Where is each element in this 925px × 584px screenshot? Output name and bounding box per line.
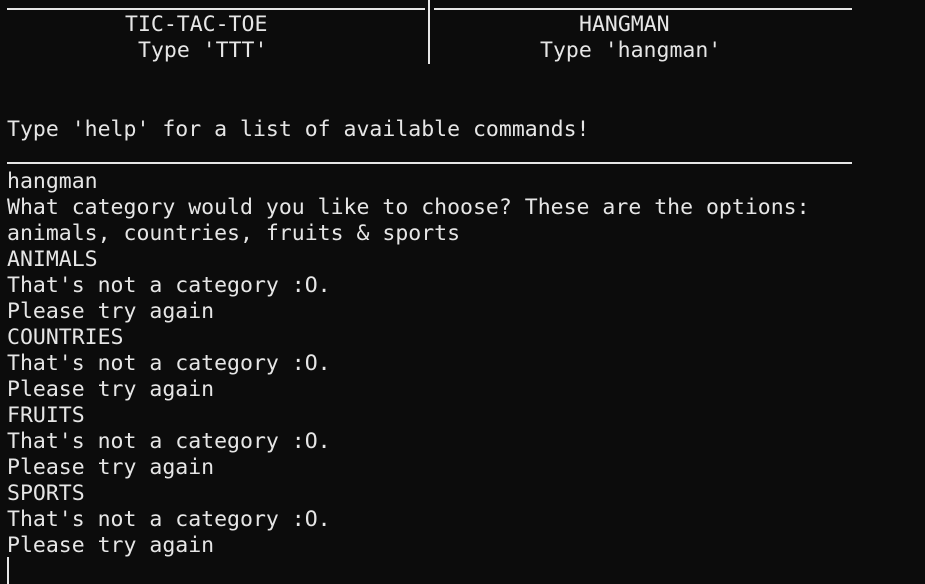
output-line: Please try again <box>7 299 215 324</box>
separator-rule <box>7 162 852 164</box>
menu-divider <box>428 0 430 64</box>
output-line: That's not a category :O. <box>7 507 331 532</box>
menu-tictactoe-hint: Type 'TTT' <box>138 38 268 63</box>
output-line: ANIMALS <box>7 247 98 272</box>
help-message: Type 'help' for a list of available comm… <box>7 117 590 142</box>
output-line: FRUITS <box>7 403 85 428</box>
menu-tictactoe-title: TIC-TAC-TOE <box>125 12 268 37</box>
output-line: Please try again <box>7 377 215 402</box>
output-line: animals, countries, fruits & sports <box>7 221 461 246</box>
output-line: Please try again <box>7 455 215 480</box>
output-line: Please try again <box>7 533 215 558</box>
output-line: What category would you like to choose? … <box>7 195 810 220</box>
output-line: That's not a category :O. <box>7 429 331 454</box>
menu-hangman-title: HANGMAN <box>579 12 670 37</box>
output-line: That's not a category :O. <box>7 273 331 298</box>
output-line: That's not a category :O. <box>7 351 331 376</box>
output-line: hangman <box>7 169 98 194</box>
menu-top-rule-right <box>434 8 852 10</box>
output-line: COUNTRIES <box>7 325 124 350</box>
menu-hangman-hint: Type 'hangman' <box>540 38 722 63</box>
input-cursor[interactable] <box>7 557 9 584</box>
terminal-window[interactable]: TIC-TAC-TOE Type 'TTT' HANGMAN Type 'han… <box>0 0 925 584</box>
output-line: SPORTS <box>7 481 85 506</box>
menu-top-rule-left <box>7 8 425 10</box>
